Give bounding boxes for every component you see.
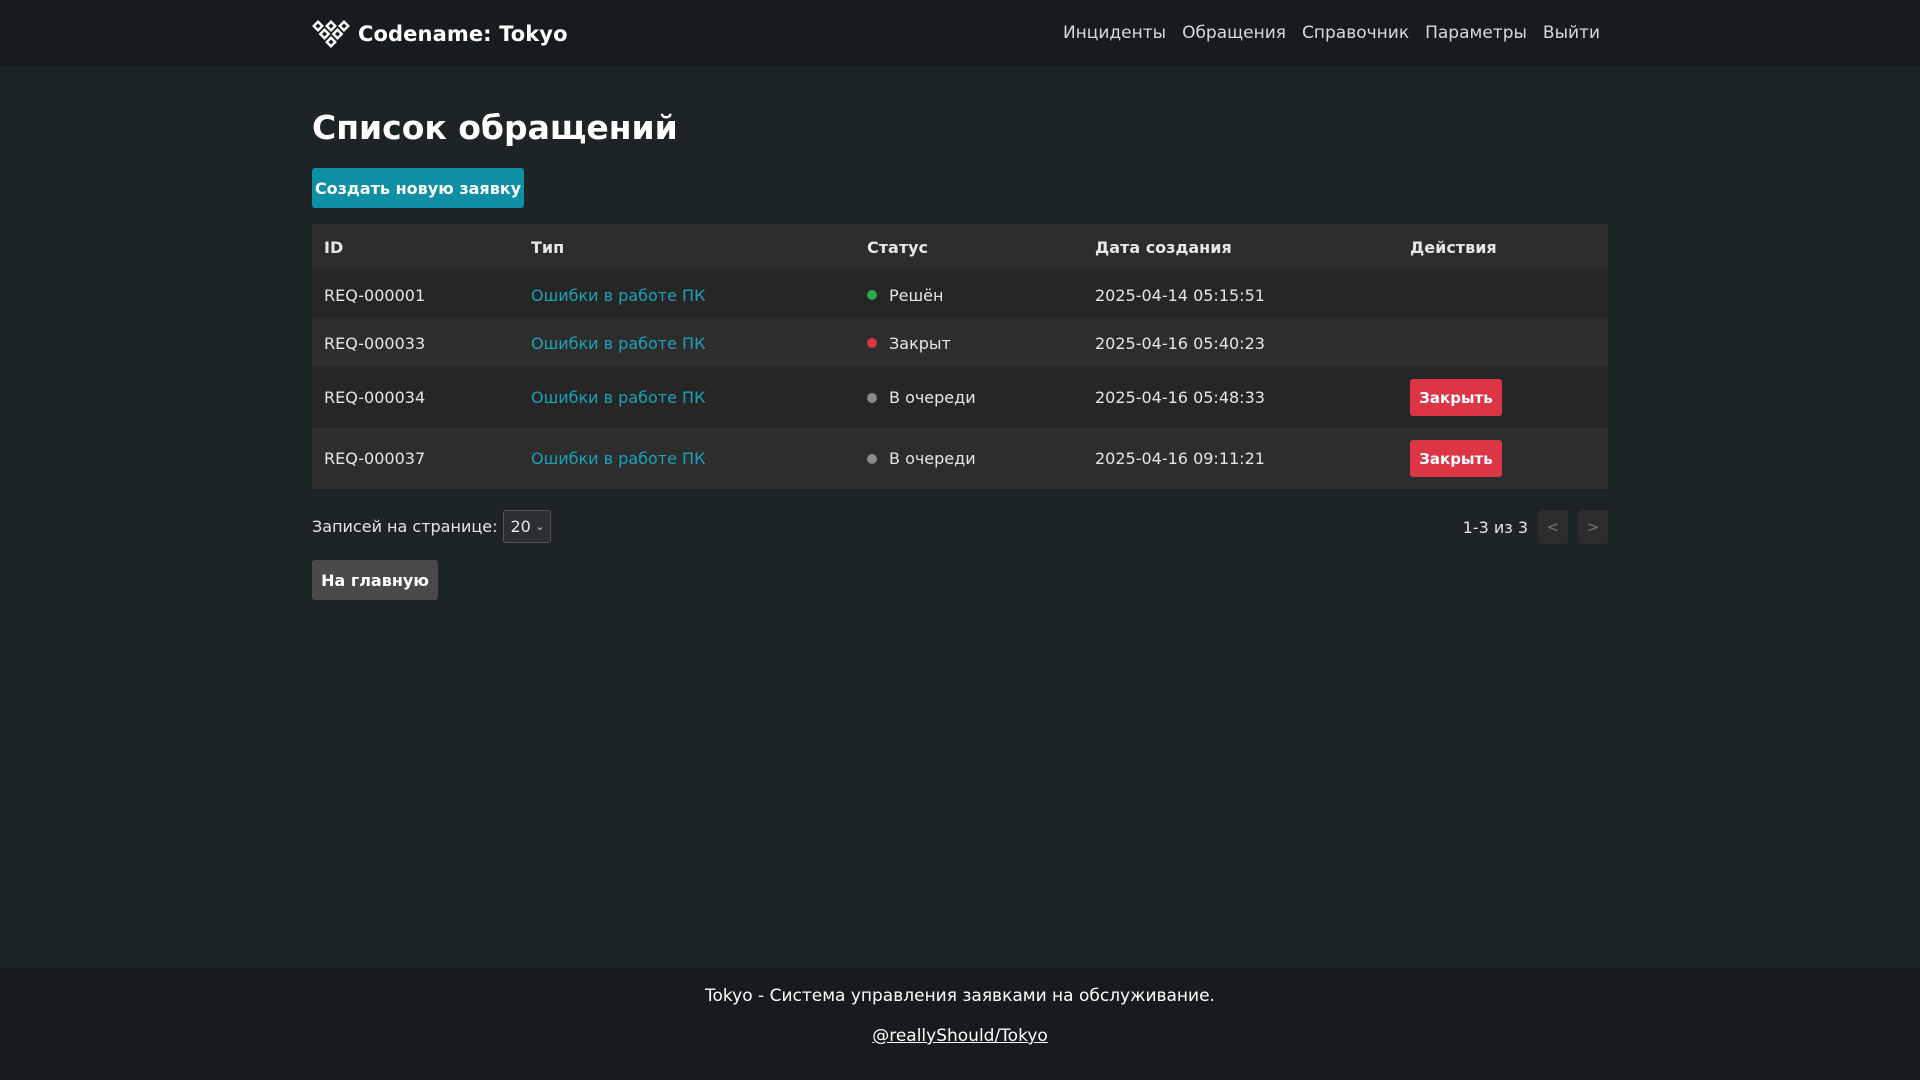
- nav-requests[interactable]: Обращения: [1182, 23, 1286, 43]
- request-date: 2025-04-16 05:48:33: [1083, 367, 1398, 428]
- column-header-id: ID: [312, 224, 519, 271]
- pagination: 1-3 из 3 < >: [1463, 510, 1608, 544]
- status-dot-icon: [867, 392, 877, 403]
- actions-cell: Закрыть: [1398, 367, 1608, 428]
- status-dot-icon: [867, 453, 877, 464]
- table-row: REQ-000001 Ошибки в работе ПК Решён 2025…: [312, 271, 1608, 319]
- pagination-info: 1-3 из 3: [1462, 517, 1528, 537]
- status-badge: В очереди: [867, 449, 976, 468]
- status-badge: В очереди: [867, 388, 976, 407]
- request-id: REQ-000001: [312, 271, 519, 319]
- page-title: Список обращений: [312, 108, 678, 147]
- request-date: 2025-04-16 09:11:21: [1083, 428, 1398, 489]
- request-id: REQ-000037: [312, 428, 519, 489]
- requests-table: ID Тип Статус Дата создания Действия REQ…: [312, 224, 1608, 489]
- close-request-button[interactable]: Закрыть: [1410, 379, 1502, 416]
- footer: Tokyo - Система управления заявками на о…: [0, 968, 1920, 1080]
- status-dot-icon: [867, 338, 877, 349]
- request-type-link[interactable]: Ошибки в работе ПК: [531, 334, 705, 353]
- column-header-status: Статус: [855, 224, 1083, 271]
- column-header-date: Дата создания: [1083, 224, 1398, 271]
- status-badge: Решён: [867, 286, 943, 305]
- column-header-type: Тип: [519, 224, 855, 271]
- create-request-button[interactable]: Создать новую заявку: [312, 168, 524, 208]
- status-label: Закрыт: [889, 333, 951, 353]
- per-page-label: Записей на странице:: [312, 517, 498, 536]
- prev-page-button[interactable]: <: [1538, 510, 1568, 544]
- per-page-value: 20: [510, 517, 531, 536]
- top-navbar: Codename: Tokyo Инциденты Обращения Спра…: [0, 0, 1920, 66]
- chevron-down-icon: ⌄: [535, 520, 545, 533]
- request-id: REQ-000034: [312, 367, 519, 428]
- request-type-link[interactable]: Ошибки в работе ПК: [531, 286, 705, 305]
- nav-incidents[interactable]: Инциденты: [1063, 23, 1166, 43]
- footer-text: Tokyo - Система управления заявками на о…: [705, 986, 1215, 1006]
- status-label: В очереди: [889, 449, 976, 469]
- actions-cell: [1398, 319, 1608, 367]
- brand-name[interactable]: Codename: Tokyo: [358, 22, 568, 46]
- nav-logout[interactable]: Выйти: [1543, 23, 1600, 43]
- table-row: REQ-000037 Ошибки в работе ПК В очереди …: [312, 428, 1608, 489]
- logo-icon: [312, 20, 350, 48]
- request-id: REQ-000033: [312, 319, 519, 367]
- status-dot-icon: [867, 290, 877, 301]
- nav-reference[interactable]: Справочник: [1302, 23, 1409, 43]
- status-badge: Закрыт: [867, 334, 951, 353]
- per-page-select[interactable]: 20 ⌄: [503, 510, 552, 543]
- table-row: REQ-000033 Ошибки в работе ПК Закрыт 202…: [312, 319, 1608, 367]
- close-request-button[interactable]: Закрыть: [1410, 440, 1502, 477]
- status-label: В очереди: [889, 388, 976, 408]
- request-date: 2025-04-14 05:15:51: [1083, 271, 1398, 319]
- actions-cell: [1398, 271, 1608, 319]
- status-label: Решён: [889, 285, 944, 305]
- per-page-control: Записей на странице: 20 ⌄: [312, 510, 552, 543]
- column-header-actions: Действия: [1398, 224, 1608, 271]
- home-button[interactable]: На главную: [312, 560, 438, 600]
- table-row: REQ-000034 Ошибки в работе ПК В очереди …: [312, 367, 1608, 428]
- brand[interactable]: Codename: Tokyo: [312, 20, 568, 48]
- footer-repo-link[interactable]: @reallyShould/Tokyo: [0, 1026, 1920, 1046]
- table-header-row: ID Тип Статус Дата создания Действия: [312, 224, 1608, 271]
- nav-settings[interactable]: Параметры: [1425, 23, 1527, 43]
- request-type-link[interactable]: Ошибки в работе ПК: [531, 388, 705, 407]
- request-date: 2025-04-16 05:40:23: [1083, 319, 1398, 367]
- next-page-button[interactable]: >: [1578, 510, 1608, 544]
- main-nav: Инциденты Обращения Справочник Параметры…: [1063, 20, 1600, 46]
- request-type-link[interactable]: Ошибки в работе ПК: [531, 449, 705, 468]
- actions-cell: Закрыть: [1398, 428, 1608, 489]
